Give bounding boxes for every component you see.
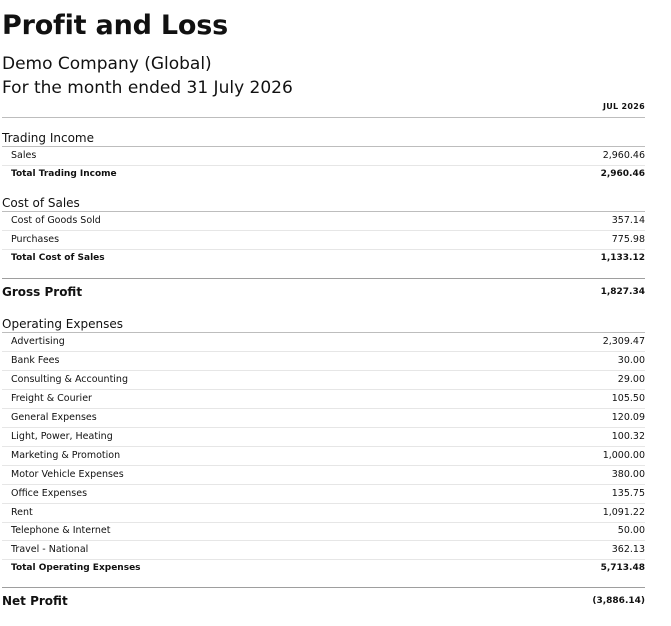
line-item-value: 775.98 <box>611 234 645 245</box>
line-item-row: Office Expenses 135.75 <box>2 485 645 504</box>
total-row-operating-expenses: Total Operating Expenses 5,713.48 <box>2 560 645 578</box>
section-heading-label: Operating Expenses <box>2 317 123 331</box>
line-item-label: General Expenses <box>11 412 97 423</box>
header-divider <box>2 117 645 118</box>
net-profit-value: (3,886.14) <box>592 596 645 606</box>
section-heading-label: Trading Income <box>2 131 94 145</box>
line-item-row: Purchases 775.98 <box>2 231 645 250</box>
line-item-row: Cost of Goods Sold 357.14 <box>2 212 645 231</box>
line-item-row: Advertising 2,309.47 <box>2 333 645 352</box>
line-item-label: Office Expenses <box>11 488 88 499</box>
line-item-row: Light, Power, Heating 100.32 <box>2 428 645 447</box>
total-label: Total Cost of Sales <box>11 253 105 263</box>
line-item-label: Travel - National <box>11 544 89 555</box>
line-item-label: Cost of Goods Sold <box>11 215 101 226</box>
line-item-value: 50.00 <box>617 525 645 536</box>
total-value: 1,133.12 <box>600 253 645 263</box>
total-label: Total Operating Expenses <box>11 563 141 573</box>
net-profit-label: Net Profit <box>2 594 68 608</box>
line-item-value: 2,309.47 <box>602 336 645 347</box>
section-heading-label: Cost of Sales <box>2 196 80 210</box>
line-item-label: Bank Fees <box>11 355 60 366</box>
line-item-row: General Expenses 120.09 <box>2 409 645 428</box>
total-value: 5,713.48 <box>600 563 645 573</box>
line-item-label: Telephone & Internet <box>11 525 111 536</box>
line-item-label: Light, Power, Heating <box>11 431 113 442</box>
line-item-value: 1,091.22 <box>602 507 645 518</box>
line-item-value: 100.32 <box>611 431 645 442</box>
line-item-value: 357.14 <box>611 215 645 226</box>
line-item-label: Consulting & Accounting <box>11 374 128 385</box>
gross-profit-row: Gross Profit 1,827.34 <box>2 278 645 303</box>
line-item-row: Travel - National 362.13 <box>2 541 645 560</box>
section-heading-trading-income: Trading Income <box>2 130 645 147</box>
line-item-label: Freight & Courier <box>11 393 92 404</box>
line-item-value: 380.00 <box>611 469 645 480</box>
line-item-label: Sales <box>11 150 37 161</box>
total-value: 2,960.46 <box>600 169 645 179</box>
total-label: Total Trading Income <box>11 169 117 179</box>
line-item-row: Bank Fees 30.00 <box>2 352 645 371</box>
total-row-trading-income: Total Trading Income 2,960.46 <box>2 166 645 184</box>
line-item-row: Sales 2,960.46 <box>2 147 645 166</box>
line-item-value: 120.09 <box>611 412 645 423</box>
section-heading-cost-of-sales: Cost of Sales <box>2 195 645 212</box>
section-heading-operating-expenses: Operating Expenses <box>2 316 645 333</box>
report-title: Profit and Loss <box>2 10 229 41</box>
line-item-label: Motor Vehicle Expenses <box>11 469 124 480</box>
company-name: Demo Company (Global) <box>2 54 212 74</box>
line-item-value: 30.00 <box>617 355 645 366</box>
line-item-row: Marketing & Promotion 1,000.00 <box>2 447 645 466</box>
line-item-value: 1,000.00 <box>602 450 645 461</box>
line-item-row: Telephone & Internet 50.00 <box>2 522 645 541</box>
line-item-row: Freight & Courier 105.50 <box>2 390 645 409</box>
line-item-value: 2,960.46 <box>602 150 645 161</box>
line-item-value: 135.75 <box>611 488 645 499</box>
line-item-label: Advertising <box>11 336 65 347</box>
line-item-label: Marketing & Promotion <box>11 450 121 461</box>
report-period: For the month ended 31 July 2026 <box>2 78 293 98</box>
line-item-value: 362.13 <box>611 544 645 555</box>
line-item-label: Purchases <box>11 234 60 245</box>
total-row-cost-of-sales: Total Cost of Sales 1,133.12 <box>2 250 645 268</box>
line-item-row: Consulting & Accounting 29.00 <box>2 371 645 390</box>
column-header-period: JUL 2026 <box>602 102 645 111</box>
gross-profit-label: Gross Profit <box>2 285 83 299</box>
gross-profit-value: 1,827.34 <box>600 287 645 297</box>
line-item-row: Rent 1,091.22 <box>2 504 645 523</box>
line-item-value: 105.50 <box>611 393 645 404</box>
net-profit-row: Net Profit (3,886.14) <box>2 587 645 612</box>
line-item-row: Motor Vehicle Expenses 380.00 <box>2 466 645 485</box>
line-item-label: Rent <box>11 507 33 518</box>
line-item-value: 29.00 <box>617 374 645 385</box>
